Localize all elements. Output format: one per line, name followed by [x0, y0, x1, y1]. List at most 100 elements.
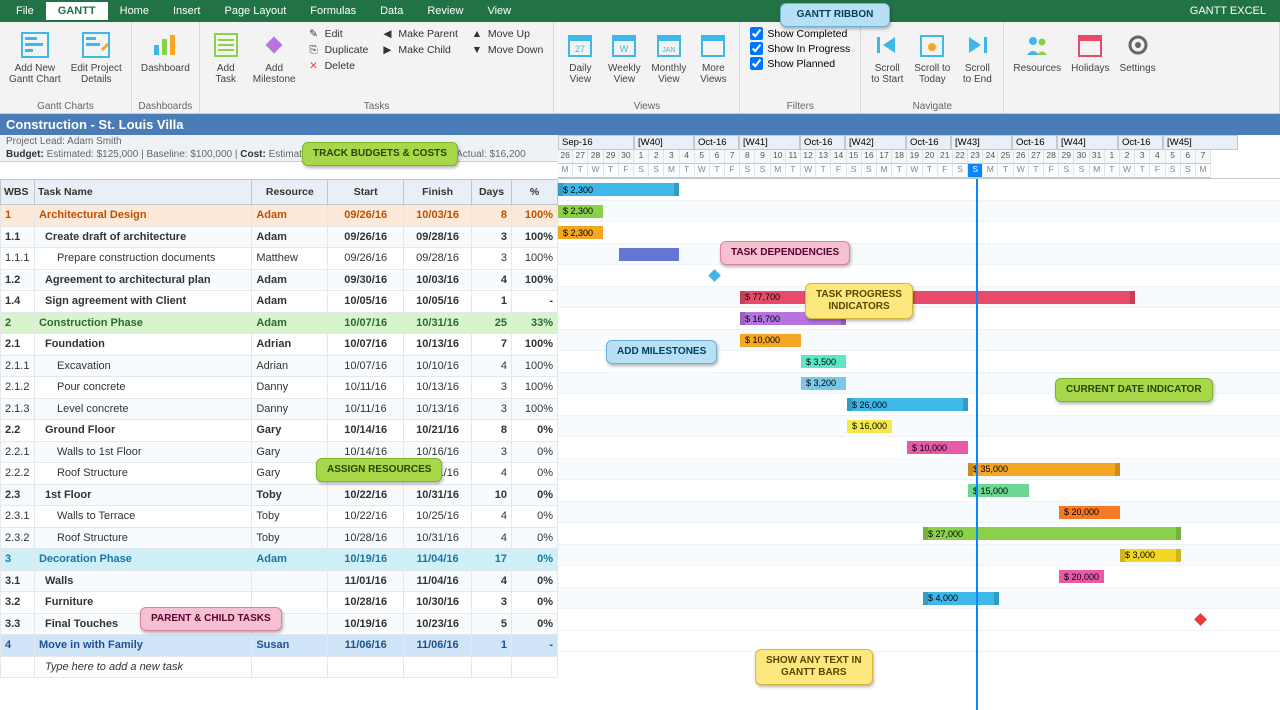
menu-pagelayout[interactable]: Page Layout	[212, 2, 298, 20]
gantt-bar[interactable]: $ 20,000	[1059, 506, 1120, 519]
gantt-bar[interactable]: $ 3,200	[801, 377, 846, 390]
edit-project-details-button[interactable]: Edit Project Details	[66, 24, 127, 100]
show-inprogress-checkbox[interactable]: Show In Progress	[748, 41, 852, 56]
table-row[interactable]: 2.1.2Pour concreteDanny10/11/1610/13/163…	[1, 377, 558, 399]
ribbon-group-tasks: Add Task Add Milestone ✎Edit ⎘Duplicate …	[200, 22, 555, 113]
callout-milestones: ADD MILESTONES	[606, 340, 717, 364]
ribbon-group-views: 27Daily View WWeekly View JANMonthly Vie…	[554, 22, 740, 113]
resources-button[interactable]: Resources	[1008, 24, 1066, 100]
callout-bartext: SHOW ANY TEXT IN GANTT BARS	[755, 649, 873, 685]
new-task-row[interactable]: Type here to add a new task	[1, 656, 558, 678]
callout-resources: ASSIGN RESOURCES	[316, 458, 442, 482]
scroll-today-icon	[916, 29, 948, 61]
more-views-button[interactable]: More Views	[691, 24, 735, 100]
gantt-bar[interactable]: $ 27,000	[923, 527, 1181, 540]
table-row[interactable]: 4Move in with FamilySusan11/06/1611/06/1…	[1, 635, 558, 657]
show-planned-checkbox[interactable]: Show Planned	[748, 56, 852, 71]
gantt-bar[interactable]: $ 16,000	[847, 420, 892, 433]
gantt-chart[interactable]: $ 2,300$ 2,300$ 2,300$ 77,700$ 16,700$ 1…	[558, 179, 1280, 710]
calendar-more-icon	[697, 29, 729, 61]
ribbon-group-ganttcharts: Add New Gantt Chart Edit Project Details…	[0, 22, 132, 113]
move-down-button[interactable]: ▼Move Down	[468, 42, 545, 58]
table-row[interactable]: 2.3.1Walls to TerraceToby10/22/1610/25/1…	[1, 506, 558, 528]
table-row[interactable]: 2.2Ground FloorGary10/14/1610/21/1680%	[1, 420, 558, 442]
gantt-bar[interactable]	[619, 248, 679, 261]
people-icon	[1021, 29, 1053, 61]
table-row[interactable]: 2.2.1Walls to 1st FloorGary10/14/1610/16…	[1, 441, 558, 463]
make-parent-button[interactable]: ◀Make Parent	[378, 26, 460, 42]
menu-gantt[interactable]: GANTT	[46, 2, 108, 20]
add-milestone-button[interactable]: Add Milestone	[248, 24, 301, 100]
scroll-today-button[interactable]: Scroll to Today	[909, 24, 955, 100]
edit-task-button[interactable]: ✎Edit	[305, 26, 371, 42]
menu-insert[interactable]: Insert	[161, 2, 213, 20]
gantt-bar[interactable]: $ 2,300	[558, 205, 603, 218]
gantt-bar[interactable]: $ 10,000	[907, 441, 968, 454]
gantt-bar[interactable]: $ 26,000	[847, 398, 968, 411]
menu-home[interactable]: Home	[108, 2, 161, 20]
col-start[interactable]: Start	[328, 180, 404, 205]
table-row[interactable]: 3Decoration PhaseAdam10/19/1611/04/16170…	[1, 549, 558, 571]
menu-file[interactable]: File	[4, 2, 46, 20]
gantt-bar[interactable]: $ 4,000	[923, 592, 999, 605]
ribbon: Add New Gantt Chart Edit Project Details…	[0, 22, 1280, 114]
daily-view-button[interactable]: 27Daily View	[558, 24, 602, 100]
weekly-view-button[interactable]: WWeekly View	[602, 24, 646, 100]
holidays-button[interactable]: Holidays	[1066, 24, 1114, 100]
project-title: Construction - St. Louis Villa	[0, 114, 1280, 135]
menu-data[interactable]: Data	[368, 2, 415, 20]
scroll-end-button[interactable]: Scroll to End	[955, 24, 999, 100]
col-resource[interactable]: Resource	[252, 180, 328, 205]
table-row[interactable]: 1.1.1Prepare construction documentsMatth…	[1, 248, 558, 270]
dashboard-button[interactable]: Dashboard	[136, 24, 195, 100]
menu-review[interactable]: Review	[415, 2, 475, 20]
col-days[interactable]: Days	[472, 180, 512, 205]
gantt-edit-icon	[80, 29, 112, 61]
table-row[interactable]: 2.3.2Roof StructureToby10/28/1610/31/164…	[1, 527, 558, 549]
project-lead: Project Lead: Adam Smith	[0, 135, 558, 148]
col-wbs[interactable]: WBS	[1, 180, 35, 205]
gantt-bar[interactable]: $ 3,500	[801, 355, 846, 368]
duplicate-task-button[interactable]: ⎘Duplicate	[305, 42, 371, 58]
calendar-month-icon: JAN	[653, 29, 685, 61]
delete-task-button[interactable]: ✕Delete	[305, 58, 371, 74]
gantt-bar[interactable]: $ 10,000	[740, 334, 801, 347]
callout-progress: TASK PROGRESS INDICATORS	[805, 283, 913, 319]
table-row[interactable]: 1.4Sign agreement with ClientAdam10/05/1…	[1, 291, 558, 313]
move-up-button[interactable]: ▲Move Up	[468, 26, 545, 42]
table-row[interactable]: 2.31st FloorToby10/22/1610/31/16100%	[1, 484, 558, 506]
table-row[interactable]: 1.1Create draft of architectureAdam09/26…	[1, 226, 558, 248]
gantt-bar[interactable]: $ 20,000	[1059, 570, 1104, 583]
table-row[interactable]: 2.1FoundationAdrian10/07/1610/13/167100%	[1, 334, 558, 356]
today-line	[976, 179, 978, 710]
menu-formulas[interactable]: Formulas	[298, 2, 368, 20]
table-row[interactable]: 2.1.1ExcavationAdrian10/07/1610/10/16410…	[1, 355, 558, 377]
table-row[interactable]: 2.1.3Level concreteDanny10/11/1610/13/16…	[1, 398, 558, 420]
make-child-button[interactable]: ▶Make Child	[378, 42, 460, 58]
add-gantt-chart-button[interactable]: Add New Gantt Chart	[4, 24, 66, 100]
menu-view[interactable]: View	[475, 2, 523, 20]
gantt-bar[interactable]: $ 77,700	[740, 291, 1135, 304]
gantt-bar[interactable]: $ 35,000	[968, 463, 1120, 476]
add-task-button[interactable]: Add Task	[204, 24, 248, 100]
scroll-start-icon	[871, 29, 903, 61]
table-row[interactable]: 1.2Agreement to architectural planAdam09…	[1, 269, 558, 291]
show-completed-checkbox[interactable]: Show Completed	[748, 26, 852, 41]
gantt-icon	[19, 29, 51, 61]
scroll-start-button[interactable]: Scroll to Start	[865, 24, 909, 100]
milestone-marker[interactable]	[1194, 613, 1207, 626]
gantt-bar[interactable]: $ 2,300	[558, 183, 679, 196]
col-task[interactable]: Task Name	[34, 180, 251, 205]
table-row[interactable]: 2.2.2Roof StructureGary10/18/1610/21/164…	[1, 463, 558, 485]
project-budget: Budget: Estimated: $125,000 | Baseline: …	[0, 148, 558, 162]
gantt-bar[interactable]: $ 2,300	[558, 226, 603, 239]
table-row[interactable]: 1Architectural DesignAdam09/26/1610/03/1…	[1, 205, 558, 227]
gantt-bar[interactable]: $ 3,000	[1120, 549, 1181, 562]
monthly-view-button[interactable]: JANMonthly View	[646, 24, 691, 100]
settings-button[interactable]: Settings	[1115, 24, 1161, 100]
table-row[interactable]: 2Construction PhaseAdam10/07/1610/31/162…	[1, 312, 558, 334]
col-finish[interactable]: Finish	[404, 180, 472, 205]
col-pct[interactable]: %	[511, 180, 557, 205]
milestone-marker[interactable]	[708, 269, 721, 282]
table-row[interactable]: 3.1Walls11/01/1611/04/1640%	[1, 570, 558, 592]
